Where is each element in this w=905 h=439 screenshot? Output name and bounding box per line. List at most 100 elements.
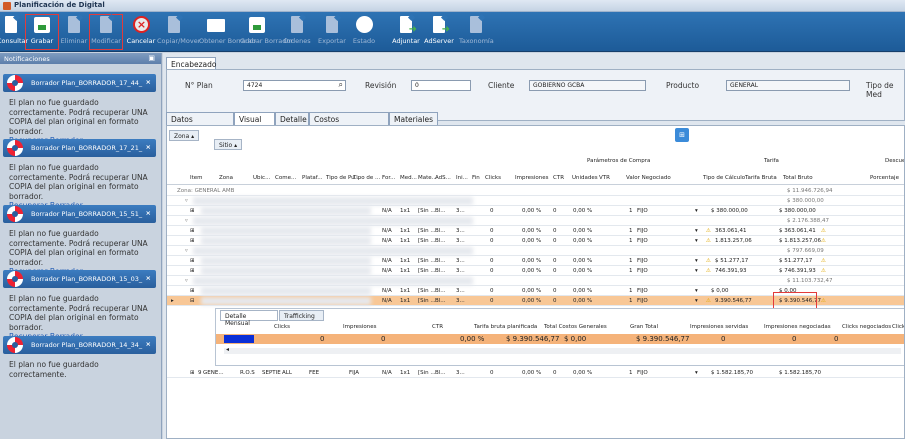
column-header[interactable]: CTR [553, 175, 564, 181]
expand-row-icon[interactable]: ⊞ [190, 208, 195, 214]
subgrid-column-header[interactable]: Clicks negociados [842, 324, 891, 330]
column-header[interactable]: Ubic... [253, 175, 270, 181]
expand-row-icon[interactable]: ⊞ [190, 288, 195, 294]
subtab-1[interactable]: Trafficking [279, 310, 324, 321]
table-row[interactable]: ⊞ N/A 1x1 [Sin ... Bl... 3... 0 0 0,00 % 0,00 % 1 F… [167, 256, 904, 266]
notification-header[interactable]: Borrador Plan_BORRADOR_15_03_ × [3, 270, 156, 288]
expand-icon[interactable]: ▿ [185, 198, 188, 204]
table-row[interactable]: ⊞ N/A 1x1 [Sin ... Bl... 3... 0 0 0,00 % 0,00 % 1 F… [167, 226, 904, 236]
revision-field[interactable]: 0 [411, 80, 471, 91]
toolbar-button-9[interactable]: Exportar [315, 14, 349, 50]
cell-tarifa[interactable]: $ 380.000,00 [711, 208, 748, 214]
subgrid-column-header[interactable]: Impresiones negociadas [764, 324, 831, 330]
pin-icon[interactable]: ▣ [148, 54, 155, 62]
column-header[interactable]: Tipo de ... [353, 175, 380, 181]
tab-costos-adicionales[interactable]: Costos Adicionales [309, 112, 389, 133]
subgrid-column-header[interactable]: Impresiones [343, 324, 377, 330]
cell-tarifa[interactable]: 9.390.546,77 [715, 298, 752, 304]
column-header[interactable]: Clicks [485, 175, 501, 181]
column-header[interactable]: Porcentaje [870, 175, 899, 181]
expand-row-icon[interactable]: ⊞ [190, 258, 195, 264]
subgrid-column-header[interactable]: Clicks [274, 324, 290, 330]
column-header[interactable]: Ini... [456, 175, 468, 181]
tab-visual[interactable]: Visual [234, 112, 275, 125]
column-header[interactable]: Zona [219, 175, 233, 181]
subgrid-column-header[interactable]: CTR [432, 324, 443, 330]
close-icon[interactable]: × [146, 340, 151, 348]
plan-field[interactable]: 4724 ⌕ [243, 80, 346, 91]
expand-icon[interactable]: ▿ [185, 248, 188, 254]
column-header[interactable]: Fin [472, 175, 480, 181]
column-header[interactable]: AdS... [435, 175, 451, 181]
cell-tarifa[interactable]: $ 0,00 [711, 288, 729, 294]
group-by-sitio-button[interactable]: Sitio ▴ [214, 139, 243, 150]
scroll-left-icon[interactable]: ◂ [226, 346, 229, 353]
group-row[interactable]: ▿ $ 380.000,00 [167, 196, 904, 206]
cell-tarifa[interactable]: $ 51.277,17 [715, 258, 748, 264]
notification-header[interactable]: Borrador Plan_BORRADOR_17_44_ × [3, 74, 156, 92]
group-by-zona-button[interactable]: Zona ▴ [169, 130, 200, 141]
tab-materiales[interactable]: Materiales [389, 112, 438, 125]
expand-icon[interactable]: ▿ [185, 278, 188, 284]
expand-row-icon[interactable]: ⊞ [190, 228, 195, 234]
toolbar-button-2[interactable]: Eliminar [57, 14, 91, 50]
dropdown-icon[interactable]: ▾ [695, 298, 698, 304]
cell-tarifa[interactable]: 363.061,41 [715, 228, 747, 234]
group-row[interactable]: ▿ $ 797.669,09 [167, 246, 904, 256]
column-header[interactable]: Total Bruto [783, 175, 813, 181]
dropdown-icon[interactable]: ▾ [695, 268, 698, 274]
subgrid-column-header[interactable]: Gran Total [630, 324, 658, 330]
toolbar-button-7[interactable]: Grabar Borrador [240, 14, 293, 50]
dropdown-icon[interactable]: ▾ [695, 238, 698, 244]
zona-group-row[interactable]: Zona: GENERAL AMB $ 11.946.726,94 [167, 186, 904, 196]
close-icon[interactable]: × [146, 274, 151, 282]
subgrid-column-header[interactable]: Tarifa bruta planificada [474, 324, 537, 330]
column-header[interactable]: VTR [599, 175, 610, 181]
column-header[interactable]: Med... [400, 175, 417, 181]
column-header[interactable]: For... [382, 175, 395, 181]
table-row[interactable]: ⊞ N/A 1x1 [Sin ... Bl... 3... 0 0 0,00 % 0,00 % 1 F… [167, 266, 904, 276]
subgrid-column-header[interactable]: Total Costos Generales [544, 324, 607, 330]
notification-header[interactable]: Borrador Plan_BORRADOR_14_34_ × [3, 336, 156, 354]
subtab-0[interactable]: Detalle Mensual [220, 310, 278, 327]
toolbar-button-0[interactable]: Consultar [0, 14, 28, 50]
toolbar-button-3[interactable]: Modificar [89, 14, 123, 50]
group-row[interactable]: ▿ $ 2.176.388,47 [167, 216, 904, 226]
dropdown-icon[interactable]: ▾ [695, 258, 698, 264]
toolbar-button-10[interactable]: Estado [347, 14, 381, 50]
dropdown-icon[interactable]: ▾ [695, 288, 698, 294]
tab-detalle[interactable]: Detalle [275, 112, 309, 125]
export-excel-icon[interactable]: ⊞ [675, 128, 689, 142]
column-header[interactable]: Tipo de Cálculo [703, 175, 745, 181]
expand-row-icon[interactable]: ⊟ [190, 298, 195, 304]
table-row[interactable]: ⊞ 9 GENE... R.O.S SEPTIE ALL FEE FIJA N/A 1x1 [Sin… [167, 368, 904, 378]
tab-datos-principales[interactable]: Datos Principales [166, 112, 234, 133]
expand-row-icon[interactable]: ⊞ [190, 268, 195, 274]
expand-row-icon[interactable]: ⊞ [190, 370, 195, 376]
dropdown-icon[interactable]: ▾ [695, 228, 698, 234]
dropdown-icon[interactable]: ▾ [695, 208, 698, 214]
cell-tarifa[interactable]: 1.813.257,06 [715, 238, 752, 244]
column-header[interactable]: Valor Negociado [626, 175, 671, 181]
toolbar-button-11[interactable]: ➜ Adjuntar [389, 14, 423, 50]
table-row[interactable]: ⊞ N/A 1x1 [Sin ... Bl... 3... 0 0 0,00 % 0,00 % 1 F… [167, 206, 904, 216]
toolbar-button-5[interactable]: Copiar/Mover [157, 14, 200, 50]
group-row[interactable]: ▿ $ 11.103.732,47 [167, 276, 904, 286]
cell-tarifa[interactable]: 746.391,93 [715, 268, 747, 274]
toolbar-button-4[interactable]: × Cancelar [124, 14, 158, 50]
column-header[interactable]: Item [190, 175, 203, 181]
search-icon[interactable]: ⌕ [339, 80, 343, 90]
toolbar-button-1[interactable]: Grabar [25, 14, 59, 50]
column-header[interactable]: Plataf... [302, 175, 323, 181]
close-icon[interactable]: × [146, 209, 151, 217]
expand-row-icon[interactable]: ⊞ [190, 238, 195, 244]
notification-header[interactable]: Borrador Plan_BORRADOR_15_51_ × [3, 205, 156, 223]
column-header[interactable]: Unidades [572, 175, 598, 181]
subgrid-scrollbar[interactable] [224, 348, 901, 354]
column-header[interactable]: Tarifa Bruta [745, 175, 777, 181]
toolbar-button-13[interactable]: Taxonomía [459, 14, 494, 50]
toolbar-button-12[interactable]: ➜ AdServer [422, 14, 456, 50]
subgrid-column-header[interactable]: Impresiones servidas [690, 324, 748, 330]
close-icon[interactable]: × [146, 143, 151, 151]
expand-icon[interactable]: ▿ [185, 218, 188, 224]
